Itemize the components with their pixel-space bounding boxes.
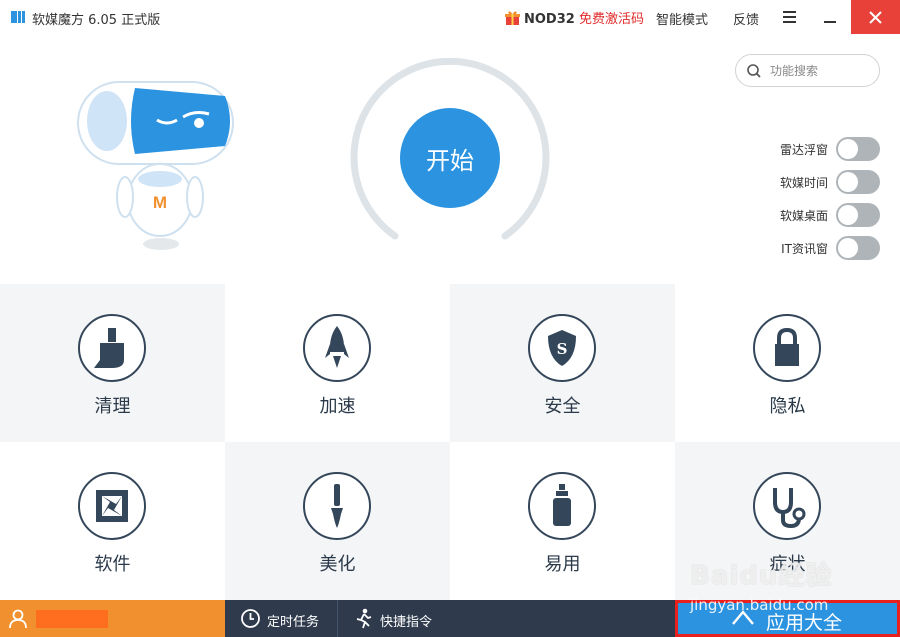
close-icon bbox=[869, 11, 882, 24]
paintbrush-icon bbox=[303, 472, 371, 540]
quick-commands-label: 快捷指令 bbox=[380, 615, 433, 630]
scheduled-tasks-label: 定时任务 bbox=[267, 615, 320, 630]
all-apps-label: 应用大全 bbox=[766, 612, 843, 634]
tile-label: 易用 bbox=[544, 554, 581, 575]
mascot-badge: M bbox=[153, 193, 167, 212]
shield-icon: S bbox=[528, 314, 596, 382]
tile-clean[interactable]: 清理 bbox=[0, 284, 225, 442]
tile-beautify[interactable]: 美化 bbox=[225, 442, 450, 600]
feedback-button[interactable]: 反馈 bbox=[733, 9, 759, 28]
mascot-robot-icon: M bbox=[77, 81, 234, 250]
tile-label: 美化 bbox=[319, 554, 356, 575]
ruanmei-time-toggle[interactable] bbox=[836, 170, 880, 194]
it-news-toggle[interactable] bbox=[836, 236, 880, 260]
toggle-knob bbox=[838, 139, 858, 159]
function-search[interactable] bbox=[735, 54, 880, 87]
promo-brand: NOD32 bbox=[524, 12, 575, 27]
all-apps-button[interactable]: 应用大全 bbox=[675, 600, 900, 637]
hero-panel: M 开始 雷达浮窗 软媒时间 软媒桌面 IT资讯窗 bbox=[0, 34, 900, 284]
toggle-label: 软媒时间 bbox=[779, 176, 828, 190]
toggle-row-time: 软媒时间 bbox=[760, 170, 880, 194]
tile-symptoms[interactable]: 症状 bbox=[675, 442, 900, 600]
tile-speedup[interactable]: 加速 bbox=[225, 284, 450, 442]
quick-commands-button[interactable]: 快捷指令 bbox=[338, 600, 450, 637]
aperture-icon bbox=[78, 472, 146, 540]
user-account[interactable] bbox=[0, 600, 225, 637]
app-title: 软媒魔方 6.05 正式版 bbox=[32, 13, 161, 28]
promo-text: 免费激活码 bbox=[578, 12, 644, 27]
menu-icon[interactable] bbox=[781, 8, 799, 26]
tile-label: 清理 bbox=[94, 396, 131, 417]
clock-icon bbox=[241, 609, 260, 628]
toggle-knob bbox=[838, 238, 858, 258]
tile-label: 安全 bbox=[544, 396, 581, 417]
toggle-knob bbox=[838, 172, 858, 192]
tile-usability[interactable]: 易用 bbox=[450, 442, 675, 600]
toggle-row-desktop: 软媒桌面 bbox=[760, 203, 880, 227]
feature-grid: 清理 加速 S 安全 隐私 软件 美化 易用 症状 bbox=[0, 284, 900, 600]
stethoscope-icon bbox=[753, 472, 821, 540]
toggle-label: IT资讯窗 bbox=[781, 242, 828, 256]
gift-icon bbox=[505, 11, 520, 25]
tile-label: 隐私 bbox=[769, 396, 806, 417]
chevron-up-icon bbox=[732, 610, 754, 625]
toggle-row-itnews: IT资讯窗 bbox=[760, 236, 880, 260]
search-icon bbox=[747, 64, 761, 78]
tile-software[interactable]: 软件 bbox=[0, 442, 225, 600]
ruanmei-desktop-toggle[interactable] bbox=[836, 203, 880, 227]
bottom-bar: 定时任务 快捷指令 应用大全 bbox=[0, 600, 900, 637]
username-redacted bbox=[36, 610, 108, 628]
app-logo-icon bbox=[11, 11, 25, 23]
toggle-knob bbox=[838, 205, 858, 225]
toggle-row-radar: 雷达浮窗 bbox=[760, 137, 880, 161]
start-button[interactable]: 开始 bbox=[400, 108, 500, 208]
tile-label: 症状 bbox=[769, 554, 806, 575]
lock-icon bbox=[753, 314, 821, 382]
tile-label: 加速 bbox=[319, 396, 356, 417]
radar-float-toggle[interactable] bbox=[836, 137, 880, 161]
scheduled-tasks-button[interactable]: 定时任务 bbox=[225, 600, 337, 637]
svg-text:S: S bbox=[557, 340, 568, 358]
smart-mode-button[interactable]: 智能模式 bbox=[656, 9, 708, 28]
close-button[interactable] bbox=[851, 0, 900, 34]
title-bar: 软媒魔方 6.05 正式版 NOD32 免费激活码 智能模式 反馈 bbox=[0, 0, 900, 34]
running-person-icon bbox=[356, 608, 372, 629]
rocket-icon bbox=[303, 314, 371, 382]
tile-security[interactable]: S 安全 bbox=[450, 284, 675, 442]
tile-privacy[interactable]: 隐私 bbox=[675, 284, 900, 442]
toggle-label: 雷达浮窗 bbox=[779, 143, 828, 157]
toggle-label: 软媒桌面 bbox=[779, 209, 828, 223]
minimize-icon[interactable] bbox=[821, 8, 839, 26]
user-icon bbox=[9, 609, 27, 629]
broom-icon bbox=[78, 314, 146, 382]
tile-label: 软件 bbox=[94, 554, 131, 575]
bottle-icon bbox=[528, 472, 596, 540]
nod32-promo-link[interactable]: NOD32 免费激活码 bbox=[505, 8, 644, 27]
search-input[interactable] bbox=[770, 61, 870, 81]
